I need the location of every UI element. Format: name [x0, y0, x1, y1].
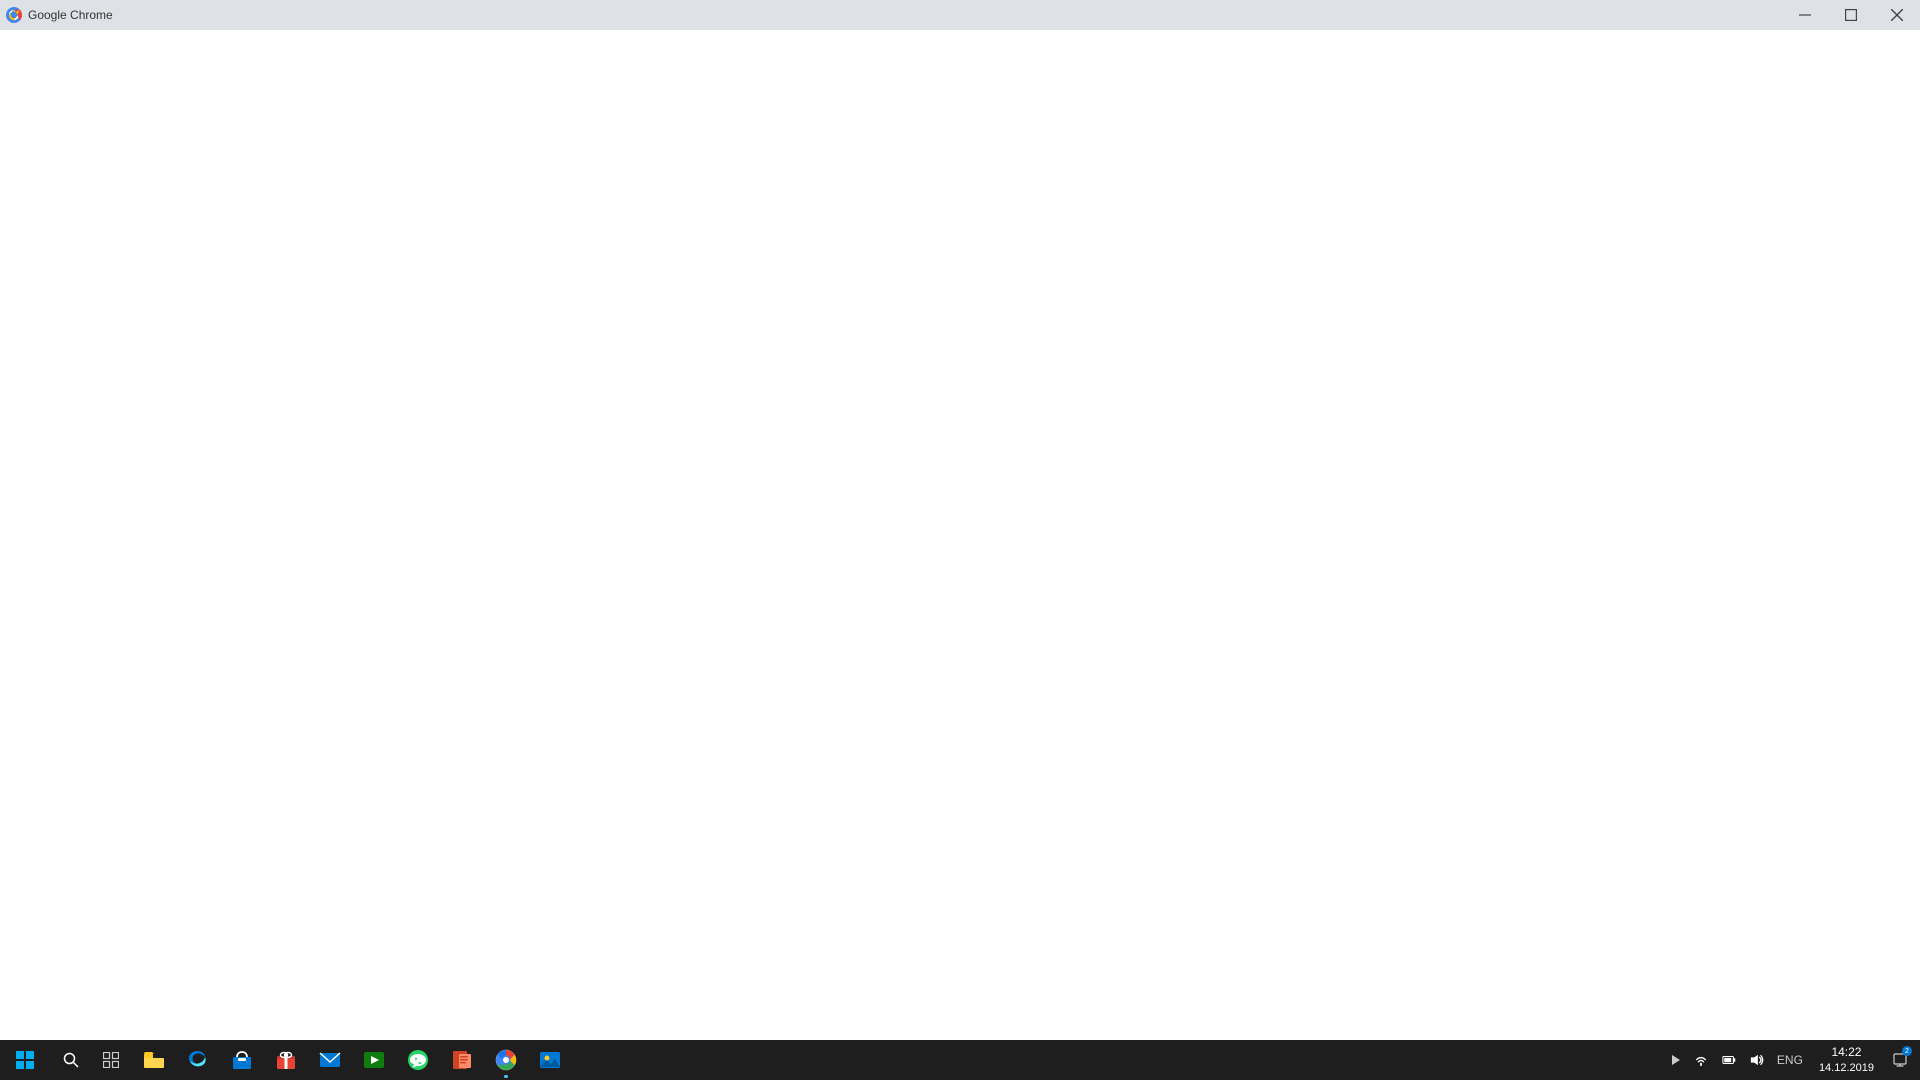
title-bar: Google Chrome [0, 0, 1920, 30]
taskbar-icon-media[interactable] [352, 1040, 396, 1080]
title-bar-title: Google Chrome [28, 8, 113, 22]
tray-expand-button[interactable] [1665, 1040, 1687, 1080]
taskbar: ENG 14:22 14.12.2019 2 [0, 1040, 1920, 1080]
taskbar-icon-chrome[interactable] [484, 1040, 528, 1080]
taskbar-pinned-icons [132, 1040, 572, 1080]
taskbar-icon-file-explorer[interactable] [132, 1040, 176, 1080]
taskbar-icon-powerpoint[interactable] [440, 1040, 484, 1080]
language-tray-button[interactable]: ENG [1771, 1040, 1809, 1080]
wifi-tray-icon[interactable] [1687, 1040, 1715, 1080]
taskbar-left [0, 1040, 572, 1080]
taskbar-icon-store[interactable] [220, 1040, 264, 1080]
notification-badge: 2 [1902, 1046, 1912, 1056]
content-area [0, 30, 1920, 1040]
search-button[interactable] [52, 1040, 90, 1080]
maximize-button[interactable] [1828, 0, 1874, 30]
taskbar-icon-photos[interactable] [528, 1040, 572, 1080]
taskbar-right: ENG 14:22 14.12.2019 2 [1665, 1040, 1920, 1080]
taskbar-icon-gift[interactable] [264, 1040, 308, 1080]
task-view-button[interactable] [92, 1040, 130, 1080]
clock-date: 14.12.2019 [1819, 1061, 1874, 1075]
battery-tray-icon[interactable] [1715, 1040, 1743, 1080]
volume-tray-icon[interactable] [1743, 1040, 1771, 1080]
taskbar-icon-mail[interactable] [308, 1040, 352, 1080]
clock-time: 14:22 [1831, 1045, 1861, 1061]
close-button[interactable] [1874, 0, 1920, 30]
title-bar-controls [1782, 0, 1920, 30]
system-tray: ENG [1665, 1040, 1809, 1080]
chrome-logo-icon [6, 7, 22, 23]
taskbar-icon-edge[interactable] [176, 1040, 220, 1080]
notification-button[interactable]: 2 [1884, 1040, 1916, 1080]
start-button[interactable] [0, 1040, 50, 1080]
clock[interactable]: 14:22 14.12.2019 [1811, 1040, 1882, 1080]
title-bar-left: Google Chrome [0, 7, 113, 23]
taskbar-icon-whatsapp[interactable] [396, 1040, 440, 1080]
minimize-button[interactable] [1782, 0, 1828, 30]
